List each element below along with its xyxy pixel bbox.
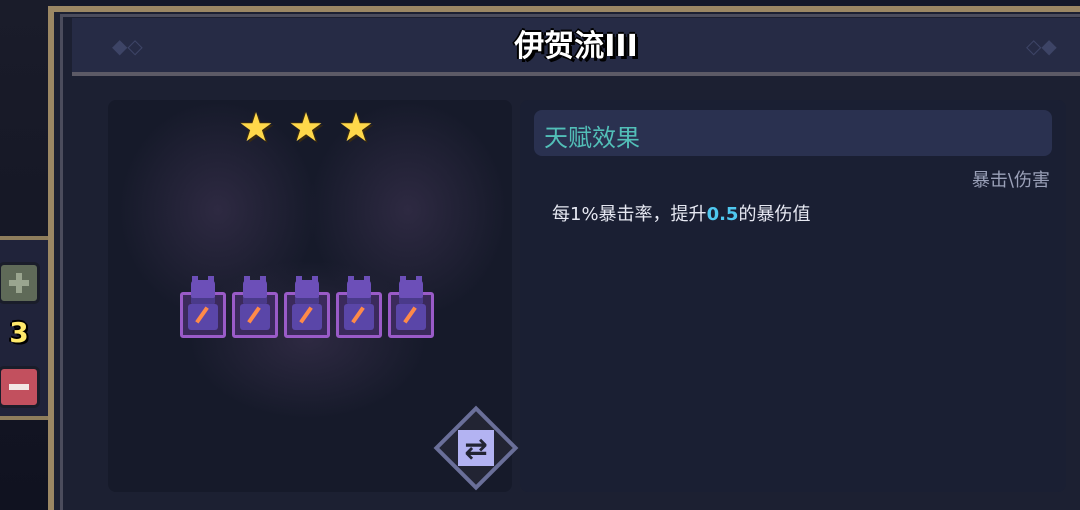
ninja-unit-icon[interactable] (232, 276, 278, 338)
ninja-unit-icon[interactable] (336, 276, 382, 338)
star-rating: ★ ★ ★ (236, 108, 376, 148)
talent-header-title: 天赋效果 (544, 124, 640, 152)
dialog-title: 伊贺流III (514, 29, 638, 64)
swap-icon: ⇄ (458, 430, 494, 466)
talent-desc-value: 0.5 (706, 204, 739, 225)
increase-button[interactable] (0, 262, 40, 304)
plus-icon (9, 273, 29, 293)
minus-icon (9, 377, 29, 397)
level-count: 3 (9, 316, 29, 349)
star-icon: ★ (338, 105, 374, 151)
ninja-unit-icon[interactable] (180, 276, 226, 338)
star-icon: ★ (238, 105, 274, 151)
ninja-unit-icon[interactable] (284, 276, 330, 338)
talent-desc-text: 每1%暴击率，提升 (552, 204, 707, 225)
ninja-unit-icon[interactable] (388, 276, 434, 338)
unit-row (180, 276, 434, 338)
title-bar: ◆◇ ◇◆ 伊贺流III (72, 18, 1080, 76)
talent-description: 每1%暴击率，提升0.5的暴伤值 (552, 200, 810, 226)
star-icon: ★ (288, 105, 324, 151)
decrease-button[interactable] (0, 366, 40, 408)
talent-tags: 暴击\伤害 (971, 170, 1050, 191)
talent-desc-text-end: 的暴伤值 (738, 204, 811, 225)
talent-panel (520, 100, 1066, 492)
level-side-panel: 3 (0, 236, 54, 420)
